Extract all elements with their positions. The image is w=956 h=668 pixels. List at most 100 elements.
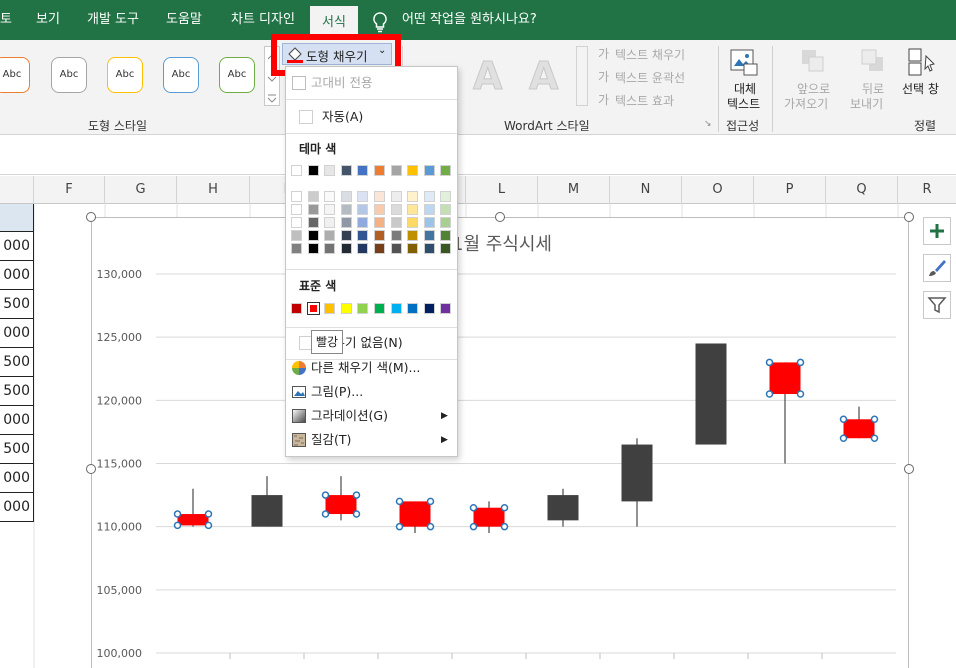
theme-color-grid[interactable] xyxy=(289,165,459,257)
alt-text-label-2[interactable]: 텍스트 xyxy=(727,95,760,112)
candle-body[interactable] xyxy=(177,514,209,526)
theme-color-shade-swatch[interactable] xyxy=(324,204,336,215)
theme-color-shade-swatch[interactable] xyxy=(440,217,452,228)
theme-color-shade-swatch[interactable] xyxy=(357,230,369,241)
theme-color-swatch[interactable] xyxy=(407,165,419,176)
theme-color-shade-swatch[interactable] xyxy=(357,204,369,215)
theme-color-shade-swatch[interactable] xyxy=(291,191,302,202)
dialog-launcher-icon[interactable]: ↘ xyxy=(704,119,712,129)
send-backward-label-2[interactable]: 보내기 xyxy=(850,95,883,112)
theme-color-shade-swatch[interactable] xyxy=(423,204,435,215)
selection-pane-icon[interactable] xyxy=(908,48,936,76)
standard-color-swatch[interactable] xyxy=(374,303,385,314)
text-fill-button[interactable]: 텍스트 채우기 xyxy=(615,46,685,63)
column-header[interactable]: P xyxy=(754,176,826,204)
resize-handle[interactable] xyxy=(904,212,914,222)
shape-style-5[interactable]: Abc xyxy=(219,57,255,93)
tab-developer[interactable]: 개발 도구 xyxy=(87,0,139,40)
candle-body[interactable] xyxy=(547,495,579,521)
theme-color-shade-swatch[interactable] xyxy=(407,243,419,254)
wordart-scroll[interactable] xyxy=(576,46,588,106)
selected-cell[interactable] xyxy=(0,204,34,232)
column-header[interactable]: M xyxy=(538,176,610,204)
standard-color-grid[interactable] xyxy=(289,302,459,317)
theme-color-shade-swatch[interactable] xyxy=(307,204,319,215)
theme-color-shade-swatch[interactable] xyxy=(374,230,385,241)
resize-handle[interactable] xyxy=(86,212,96,222)
column-header[interactable]: L xyxy=(466,176,538,204)
candle-body[interactable] xyxy=(695,343,727,445)
tab-help[interactable]: 도움말 xyxy=(166,0,202,40)
send-backward-icon[interactable] xyxy=(860,48,886,74)
theme-color-shade-swatch[interactable] xyxy=(407,217,419,228)
table-cell[interactable]: 000 xyxy=(0,261,34,290)
shape-style-2[interactable]: Abc xyxy=(51,57,87,93)
resize-handle[interactable] xyxy=(495,212,505,222)
column-header[interactable]: F xyxy=(34,176,105,204)
shape-style-3[interactable]: Abc xyxy=(107,57,143,93)
theme-color-shade-swatch[interactable] xyxy=(374,217,385,228)
candle-body[interactable] xyxy=(769,362,801,395)
theme-color-shade-swatch[interactable] xyxy=(324,217,336,228)
theme-color-shade-swatch[interactable] xyxy=(324,230,336,241)
theme-color-shade-swatch[interactable] xyxy=(340,243,352,254)
theme-color-shade-swatch[interactable] xyxy=(307,243,319,254)
tell-me-search[interactable]: 어떤 작업을 원하시나요? xyxy=(402,0,537,40)
theme-color-swatch[interactable] xyxy=(357,165,369,176)
text-effects-button[interactable]: 텍스트 효과 xyxy=(615,92,674,109)
column-header[interactable]: Q xyxy=(826,176,898,204)
column-header[interactable]: G xyxy=(105,176,177,204)
wordart-style-1[interactable]: A xyxy=(472,54,502,99)
table-cell[interactable]: 500 xyxy=(0,290,34,319)
theme-color-shade-swatch[interactable] xyxy=(423,243,435,254)
theme-color-shade-swatch[interactable] xyxy=(423,191,435,202)
column-header[interactable]: H xyxy=(177,176,250,204)
standard-color-swatch[interactable] xyxy=(306,302,320,315)
theme-color-shade-swatch[interactable] xyxy=(357,217,369,228)
theme-color-shade-swatch[interactable] xyxy=(423,217,435,228)
theme-color-swatch[interactable] xyxy=(291,165,302,176)
table-cell[interactable]: 500 xyxy=(0,435,34,464)
shape-style-1[interactable]: Abc xyxy=(0,57,30,93)
chart-filters-button[interactable] xyxy=(923,291,951,319)
standard-color-swatch[interactable] xyxy=(324,303,336,314)
theme-color-shade-swatch[interactable] xyxy=(407,204,419,215)
alt-text-icon[interactable] xyxy=(730,48,758,76)
table-cell[interactable]: 000 xyxy=(0,493,34,522)
theme-color-shade-swatch[interactable] xyxy=(374,204,385,215)
formula-bar[interactable] xyxy=(0,135,956,175)
column-header[interactable]: N xyxy=(610,176,682,204)
picture-fill-item[interactable]: 그림(P)... xyxy=(286,380,457,404)
theme-color-swatch[interactable] xyxy=(307,165,319,176)
theme-color-shade-swatch[interactable] xyxy=(407,191,419,202)
candle-body[interactable] xyxy=(251,495,283,527)
tab-home[interactable]: 토 xyxy=(0,0,12,40)
standard-color-swatch[interactable] xyxy=(291,303,302,314)
text-outline-button[interactable]: 텍스트 윤곽선 xyxy=(615,69,685,86)
chart-plot[interactable]: 130,000 125,000 120,000 115,000 110,000 105,0… xyxy=(91,217,909,668)
resize-handle[interactable] xyxy=(86,464,96,474)
more-fill-colors-item[interactable]: 다른 채우기 색(M)... xyxy=(286,356,457,380)
theme-color-shade-swatch[interactable] xyxy=(440,191,452,202)
table-cell[interactable]: 000 xyxy=(0,464,34,493)
theme-color-shade-swatch[interactable] xyxy=(307,217,319,228)
theme-color-swatch[interactable] xyxy=(340,165,352,176)
theme-color-shade-swatch[interactable] xyxy=(390,191,402,202)
column-header[interactable]: O xyxy=(682,176,754,204)
theme-color-shade-swatch[interactable] xyxy=(440,230,452,241)
theme-color-shade-swatch[interactable] xyxy=(291,243,302,254)
theme-color-shade-swatch[interactable] xyxy=(340,204,352,215)
theme-color-shade-swatch[interactable] xyxy=(374,243,385,254)
bring-forward-icon[interactable] xyxy=(800,48,826,74)
table-cell[interactable]: 500 xyxy=(0,377,34,406)
selection-pane-label[interactable]: 선택 창 xyxy=(902,80,939,97)
theme-color-swatch[interactable] xyxy=(390,165,402,176)
high-contrast-only-item[interactable]: 고대비 전용 xyxy=(286,71,457,95)
standard-color-swatch[interactable] xyxy=(423,303,435,314)
standard-color-swatch[interactable] xyxy=(340,303,352,314)
theme-color-shade-swatch[interactable] xyxy=(390,230,402,241)
lightbulb-icon[interactable] xyxy=(372,11,388,33)
texture-fill-item[interactable]: 질감(T) ▶ xyxy=(286,428,457,452)
theme-color-shade-swatch[interactable] xyxy=(407,230,419,241)
standard-color-swatch[interactable] xyxy=(390,303,402,314)
